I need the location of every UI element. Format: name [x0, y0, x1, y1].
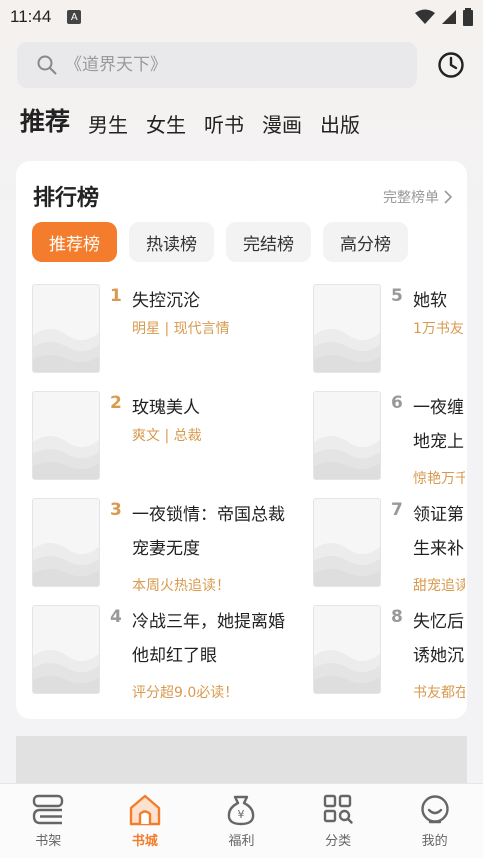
ranking-tabs: 推荐榜 热读榜 完结榜 高分榜 [32, 222, 408, 262]
tab-recommend[interactable]: 推荐 [20, 104, 70, 140]
ranking-book-item[interactable]: 7 领证第生来补甜宠追读 [313, 498, 467, 594]
status-time: 11:44 [10, 7, 52, 26]
nav-label-category: 分类 [325, 834, 352, 849]
cover-wave-icon [314, 543, 380, 586]
book-tag: 1万书友 [413, 321, 464, 337]
ranking-tab-hot[interactable]: 热读榜 [129, 222, 214, 262]
nav-label-welfare: 福利 [228, 834, 255, 849]
wifi-icon [415, 9, 435, 24]
ranking-tab-completed[interactable]: 完结榜 [226, 222, 311, 262]
book-cover-placeholder [313, 284, 381, 373]
book-rank-number: 3 [110, 500, 122, 520]
book-cover-placeholder [32, 391, 100, 480]
book-rank-number: 2 [110, 393, 122, 413]
book-cover-placeholder [32, 498, 100, 587]
ranking-tab-highscore[interactable]: 高分榜 [323, 222, 408, 262]
ranking-card: 排行榜 完整榜单 推荐榜 热读榜 完结榜 高分榜 1 失控沉沦明星 | 现代言情 2… [16, 161, 467, 719]
ranking-book-item[interactable]: 8 失忆后诱她沉书友都在 [313, 605, 467, 701]
search-row [17, 42, 467, 88]
nav-profile[interactable]: 我的 [395, 794, 475, 849]
tab-audiobook[interactable]: 听书 [204, 110, 244, 140]
cover-wave-icon [33, 329, 99, 372]
book-rank-number: 4 [110, 607, 122, 627]
book-title: 冷战三年，她提离婚他却红了眼 [132, 612, 285, 666]
ranking-book-item[interactable]: 3 一夜锁情：帝国总裁宠妻无度本周火热追读！ [32, 498, 312, 594]
status-indicators [415, 8, 473, 26]
category-icon [323, 794, 353, 824]
bookshelf-icon [33, 794, 64, 825]
money-bag-icon: ¥ [228, 795, 255, 826]
battery-icon [463, 8, 473, 26]
profile-icon [420, 795, 449, 824]
signal-icon [442, 10, 456, 24]
ranking-book-item[interactable]: 5 她软 1万书友 [313, 284, 467, 379]
nav-label-bookstore: 书城 [131, 834, 158, 849]
ranking-book-item[interactable]: 2 玫瑰美人爽文 | 总裁 [32, 391, 312, 486]
book-tag: 明星 | 现代言情 [132, 321, 230, 337]
cover-wave-icon [314, 329, 380, 372]
cover-wave-icon [33, 543, 99, 586]
book-cover-placeholder [32, 284, 100, 373]
book-title: 失控沉沦 [132, 291, 200, 311]
ranking-book-item[interactable]: 4 冷战三年，她提离婚他却红了眼评分超9.0必读！ [32, 605, 312, 701]
book-cover-placeholder [313, 391, 381, 480]
search-bar[interactable] [17, 42, 417, 88]
book-tag: 惊艳万千 [413, 471, 465, 487]
book-title: 领证第生来补 [413, 505, 464, 559]
full-ranking-label: 完整榜单 [383, 190, 439, 206]
status-bar: 11:44 A [0, 0, 483, 34]
ranking-title: 排行榜 [33, 186, 100, 211]
full-ranking-link[interactable]: 完整榜单 [383, 187, 453, 207]
ranking-book-item[interactable]: 6 一夜缠地宠上惊艳万千 [313, 391, 467, 487]
bookstore-icon [129, 794, 161, 826]
bottom-nav: 书架 书城 ¥ 福利 分类 我的 [0, 783, 483, 858]
chevron-right-icon [444, 190, 453, 204]
book-tag: 评分超9.0必读！ [132, 685, 239, 701]
search-input[interactable] [65, 55, 385, 75]
tab-comics[interactable]: 漫画 [262, 110, 302, 140]
svg-text:¥: ¥ [238, 808, 245, 821]
book-rank-number: 1 [110, 286, 122, 306]
channel-tabs: 推荐 男生 女生 听书 漫画 出版 [20, 104, 360, 140]
nav-bookstore[interactable]: 书城 [105, 794, 185, 849]
book-title: 失忆后诱她沉 [413, 612, 464, 666]
book-rank-number: 6 [391, 393, 403, 413]
history-button[interactable] [435, 49, 467, 81]
notification-a-icon: A [67, 10, 82, 24]
book-title: 一夜锁情：帝国总裁宠妻无度 [132, 505, 285, 559]
nav-label-bookshelf: 书架 [35, 834, 62, 849]
cover-wave-icon [33, 650, 99, 693]
book-tag: 甜宠追读 [413, 578, 465, 594]
book-title: 玫瑰美人 [132, 398, 200, 418]
nav-label-profile: 我的 [421, 834, 448, 849]
cover-wave-icon [314, 436, 380, 479]
book-rank-number: 8 [391, 607, 403, 627]
ranking-book-item[interactable]: 1 失控沉沦明星 | 现代言情 [32, 284, 312, 379]
book-tag: 书友都在 [413, 685, 465, 701]
book-title: 一夜缠地宠上 [413, 398, 464, 452]
search-icon [37, 55, 57, 75]
cover-wave-icon [33, 436, 99, 479]
book-rank-number: 7 [391, 500, 403, 520]
book-tag: 爽文 | 总裁 [132, 428, 202, 444]
nav-category[interactable]: 分类 [298, 794, 378, 849]
book-cover-placeholder [313, 498, 381, 587]
nav-welfare[interactable]: ¥ 福利 [201, 794, 281, 849]
tab-publishing[interactable]: 出版 [320, 110, 360, 140]
book-cover-placeholder [32, 605, 100, 694]
ranking-tab-recommend[interactable]: 推荐榜 [32, 222, 117, 262]
tab-male[interactable]: 男生 [88, 110, 128, 140]
nav-bookshelf[interactable]: 书架 [8, 794, 88, 849]
clock-icon [438, 52, 464, 78]
book-cover-placeholder [313, 605, 381, 694]
book-rank-number: 5 [391, 286, 403, 306]
tab-female[interactable]: 女生 [146, 110, 186, 140]
ranking-book-list: 1 失控沉沦明星 | 现代言情 2 玫瑰美人爽文 | 总裁 3 一夜锁情：帝国总裁宠妻无度… [16, 284, 467, 714]
cover-wave-icon [314, 650, 380, 693]
book-tag: 本周火热追读！ [132, 578, 230, 594]
